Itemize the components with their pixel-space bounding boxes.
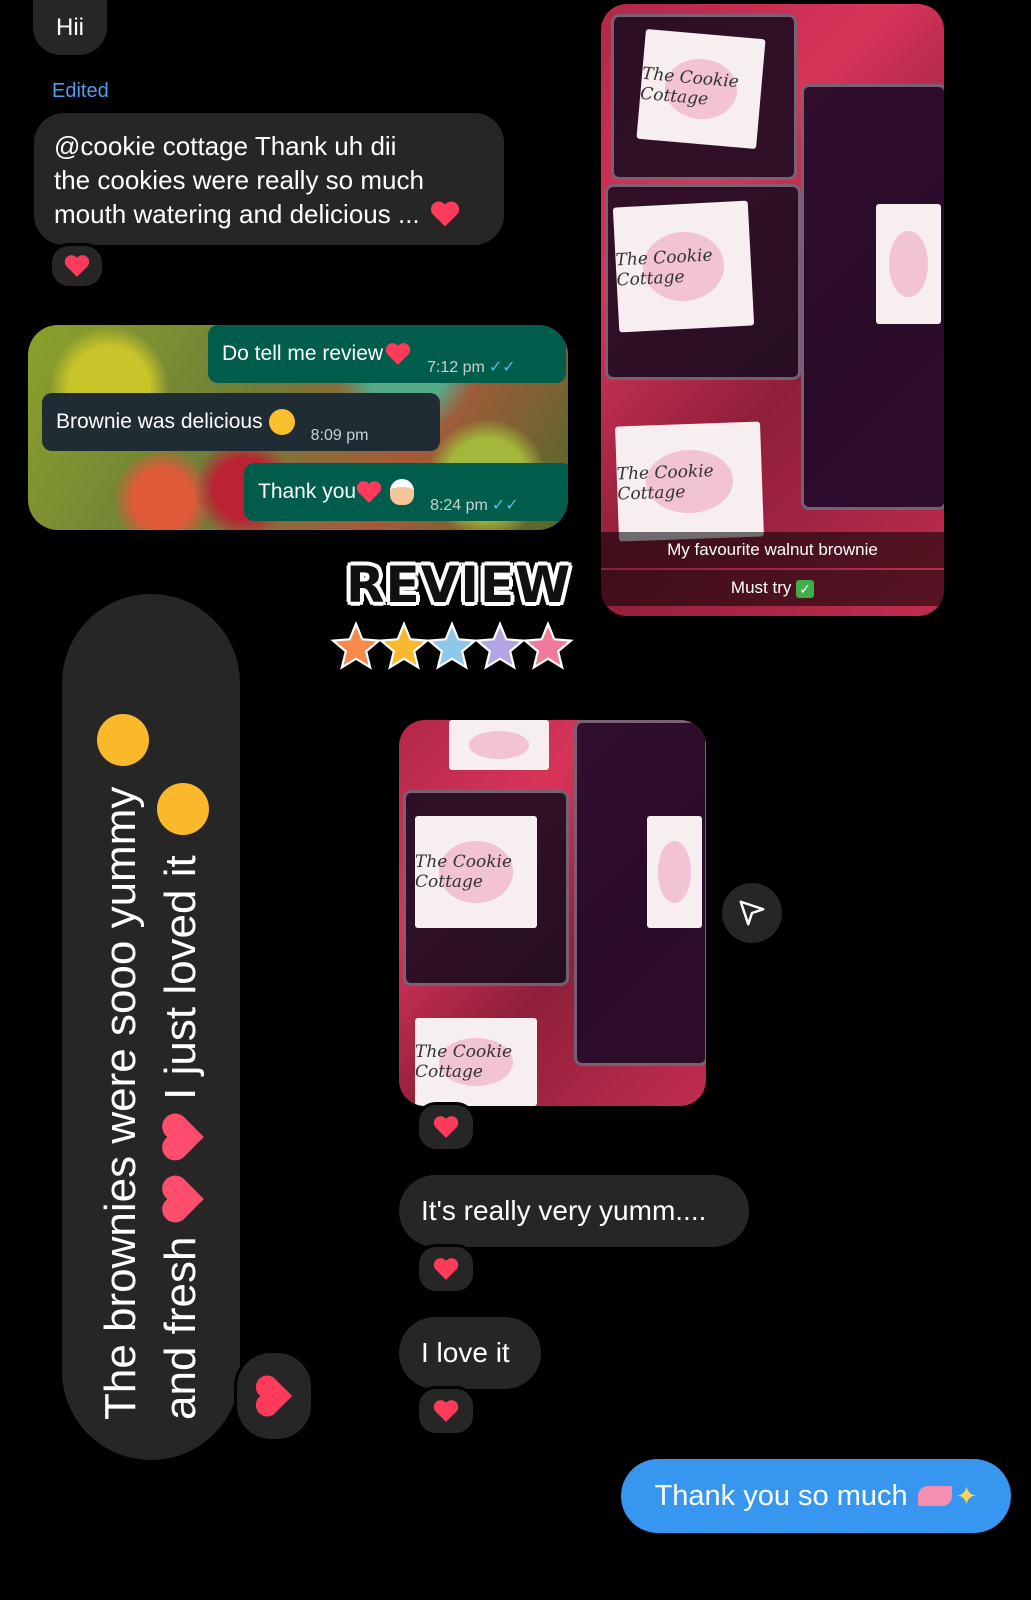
heart-reaction-icon[interactable] (416, 1386, 476, 1436)
heart-emoji-icon (430, 201, 459, 227)
review-sticker: REVIEW (326, 556, 576, 680)
rotated-note[interactable]: The brownies were sooo yummy and fresh I… (62, 594, 240, 1460)
whatsapp-message-request: Do tell me review 7:12 pm ✓✓ (208, 325, 566, 383)
brand-label (647, 816, 702, 928)
whatsapp-time-3: 8:24 pm (430, 497, 488, 514)
message-review-line2: the cookies were really so much (54, 165, 424, 195)
kiss-emoji-icon (97, 714, 150, 767)
whatsapp-message-brownie: Brownie was delicious 8:09 pm (42, 393, 440, 451)
story-photo-2[interactable]: The Cookie Cottage The Cookie Cottage (399, 720, 706, 1106)
story-photo[interactable]: The Cookie Cottage The Cookie Cottage Th… (601, 4, 944, 616)
message-yummy[interactable]: It's really very yumm.... (399, 1175, 749, 1247)
heart-reaction-icon[interactable] (49, 243, 105, 289)
heart-emoji-icon (356, 481, 382, 503)
brand-label (876, 204, 941, 324)
whatsapp-message-brownie-text: Brownie was delicious (56, 410, 263, 433)
message-review-line3: mouth watering and delicious ... (54, 199, 420, 229)
message-hii[interactable]: Hii (33, 0, 107, 55)
share-button[interactable] (722, 883, 782, 943)
whatsapp-message-request-text: Do tell me review (222, 342, 384, 365)
chef-emoji-icon (390, 479, 415, 505)
message-yummy-text: It's really very yumm.... (421, 1195, 707, 1226)
send-icon (739, 900, 765, 926)
heart-emoji-icon (385, 343, 411, 365)
whatsapp-screenshot[interactable]: Do tell me review 7:12 pm ✓✓ Brownie was… (28, 325, 568, 530)
story-caption-2: Must try ✓ (601, 570, 944, 606)
whatsapp-message-thanks: Thank you 8:24 pm ✓✓ (244, 463, 568, 521)
whatsapp-message-thanks-text: Thank you (258, 480, 357, 503)
message-thanks-sent[interactable]: Thank you so much ✦ (621, 1459, 1011, 1533)
edited-label: Edited (52, 80, 109, 102)
brand-label: The Cookie Cottage (415, 816, 537, 928)
rotated-note-line1: The brownies were sooo yummy (91, 594, 151, 1420)
brand-label: The Cookie Cottage (612, 200, 755, 333)
brand-label (449, 720, 549, 770)
rating-stars-icon (330, 621, 574, 670)
brand-label: The Cookie Cottage (636, 28, 766, 150)
whatsapp-time-2: 8:09 pm (310, 427, 369, 444)
story-caption-1: My favourite walnut brownie (601, 532, 944, 568)
story-caption-2-text: Must try (730, 578, 792, 597)
message-hii-text: Hii (56, 13, 84, 41)
ribbon-emoji-icon (917, 1486, 952, 1506)
message-review[interactable]: @cookie cottage Thank uh dii the cookies… (34, 113, 504, 245)
heart-eyes-emoji-icon (157, 783, 210, 836)
heart-reaction-icon[interactable] (416, 1244, 476, 1294)
heart-reaction-icon[interactable] (416, 1102, 476, 1152)
message-thanks-sent-text: Thank you so much (654, 1479, 908, 1512)
smile-emoji-icon (268, 409, 295, 435)
review-sticker-title: REVIEW (346, 556, 572, 614)
rotated-note-bubble: The brownies were sooo yummy and fresh I… (62, 594, 240, 1460)
whatsapp-time-1: 7:12 pm (427, 359, 485, 376)
brand-label: The Cookie Cottage (615, 421, 764, 542)
message-love-it[interactable]: I love it (399, 1317, 541, 1389)
brand-label: The Cookie Cottage (415, 1018, 537, 1106)
heart-emoji-icon (162, 1175, 205, 1223)
double-check-icon: ✓✓ (488, 359, 516, 376)
message-review-line1: @cookie cottage Thank uh dii (54, 131, 397, 161)
message-love-it-text: I love it (421, 1337, 510, 1368)
rotated-note-line2: and fresh I just loved it (151, 594, 211, 1420)
heart-reaction-icon[interactable] (234, 1350, 314, 1442)
check-mark-icon: ✓ (796, 579, 815, 598)
sparkles-emoji-icon: ✦ (955, 1480, 978, 1511)
heart-emoji-icon (162, 1113, 205, 1161)
double-check-icon: ✓✓ (491, 497, 519, 514)
